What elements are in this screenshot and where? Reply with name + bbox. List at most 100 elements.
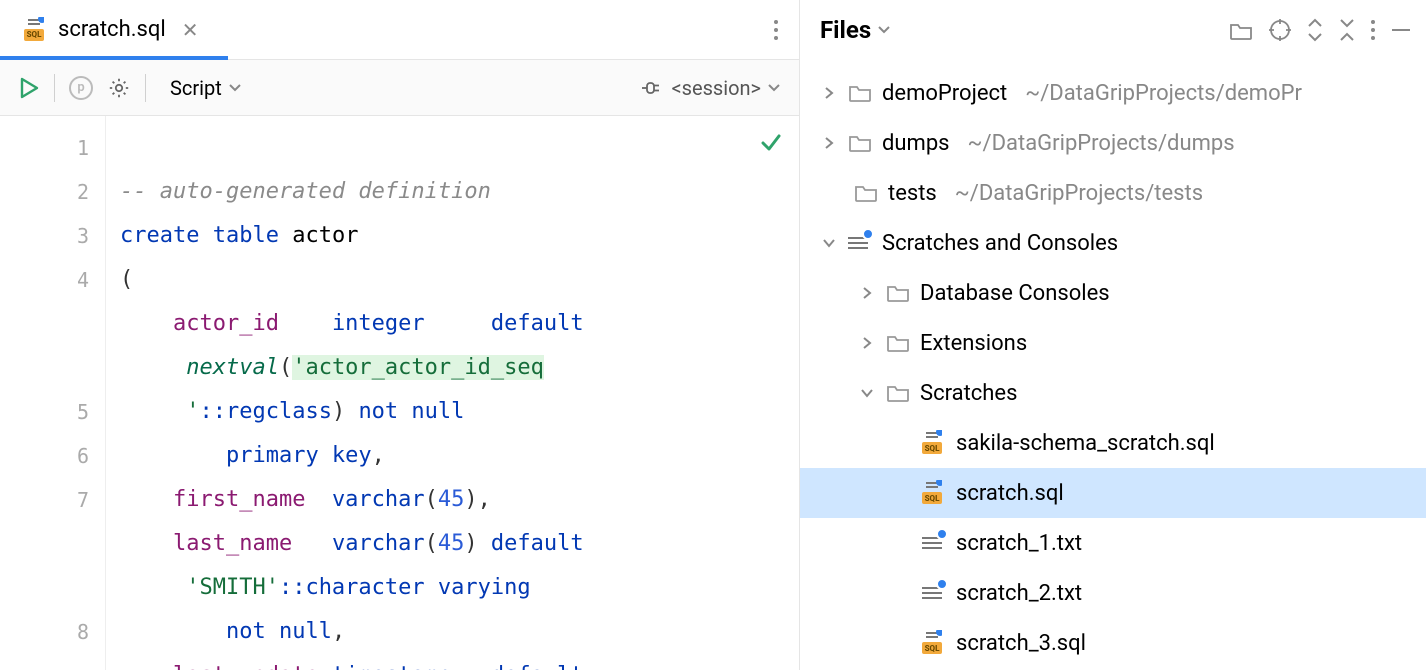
files-title-dropdown[interactable]: Files xyxy=(820,16,891,44)
tree-node-label: Database Consoles xyxy=(920,281,1110,306)
tab-overflow-menu[interactable] xyxy=(753,19,799,41)
tree-node-label: Scratches and Consoles xyxy=(882,231,1118,256)
tree-node-file[interactable]: scratch_1.txt xyxy=(800,518,1426,568)
tree-node-label: Scratches xyxy=(920,381,1017,406)
chevron-down-icon xyxy=(877,25,891,35)
more-options-icon[interactable] xyxy=(1370,19,1376,41)
code-token: ) xyxy=(464,531,477,556)
code-token: 'actor_actor_id_seq xyxy=(292,355,544,380)
code-token: ) xyxy=(464,487,477,512)
editor-toolbar: p Script <ses xyxy=(0,60,799,116)
files-title: Files xyxy=(820,16,871,44)
tree-node-path: ~/DataGripProjects/dumps xyxy=(968,131,1235,156)
editor-gutter: 1 2 3 4 5 6 7 8 xyxy=(0,116,106,670)
gear-icon[interactable] xyxy=(107,76,131,100)
p-icon[interactable]: p xyxy=(69,76,93,100)
analysis-ok-icon[interactable] xyxy=(759,130,783,154)
session-label: <session> xyxy=(671,76,761,100)
gutter-line: 8 xyxy=(0,610,105,654)
tree-node-label: demoProject xyxy=(882,81,1007,106)
chevron-right-icon[interactable] xyxy=(820,136,838,150)
tree-node-scratches-root[interactable]: Scratches and Consoles xyxy=(800,218,1426,268)
code-token: actor xyxy=(292,223,358,248)
tree-node-label: scratch_3.sql xyxy=(956,631,1086,656)
tree-node-label: scratch_1.txt xyxy=(956,531,1082,556)
run-icon[interactable] xyxy=(18,76,40,100)
folder-icon xyxy=(886,283,910,303)
code-token: nextval xyxy=(186,355,279,380)
code-token: ::regclass xyxy=(199,399,331,424)
session-dropdown[interactable]: <session> xyxy=(639,76,781,100)
script-target-dropdown[interactable]: Script xyxy=(160,72,252,104)
code-token: -- auto-generated definition xyxy=(120,179,491,204)
sql-file-icon: SQL xyxy=(922,482,946,504)
chevron-right-icon[interactable] xyxy=(858,336,876,350)
script-label: Script xyxy=(170,76,222,100)
tree-node-file[interactable]: SQL scratch.sql xyxy=(800,468,1426,518)
gutter-line xyxy=(0,566,105,610)
files-tree: demoProject ~/DataGripProjects/demoPr du… xyxy=(800,60,1426,668)
tree-node-label: dumps xyxy=(882,131,950,156)
target-icon[interactable] xyxy=(1268,18,1292,42)
editor-tab-scratch[interactable]: SQL scratch.sql ✕ xyxy=(0,0,228,59)
tree-node-folder[interactable]: Scratches xyxy=(800,368,1426,418)
code-token: ( xyxy=(425,531,438,556)
gutter-line: 4 xyxy=(0,258,105,302)
folder-icon xyxy=(886,383,910,403)
code-token: , xyxy=(332,619,345,644)
tree-node-file[interactable]: scratch_2.txt xyxy=(800,568,1426,618)
code-token: integer xyxy=(332,311,425,336)
code-token: 45 xyxy=(438,487,465,512)
code-token: 'SMITH' xyxy=(186,575,279,600)
tree-node-project[interactable]: dumps ~/DataGripProjects/dumps xyxy=(800,118,1426,168)
close-icon[interactable]: ✕ xyxy=(176,16,205,44)
folder-icon xyxy=(848,133,872,153)
tree-node-path: ~/DataGripProjects/tests xyxy=(955,181,1203,206)
code-token: default xyxy=(491,311,584,336)
editor-content[interactable]: -- auto-generated definition create tabl… xyxy=(106,116,799,670)
minimize-icon[interactable] xyxy=(1390,27,1412,33)
gutter-line: 7 xyxy=(0,478,105,522)
code-token: default xyxy=(491,663,584,670)
toolbar-separator xyxy=(145,74,146,102)
editor-tab-bar: SQL scratch.sql ✕ xyxy=(0,0,799,60)
gutter-line: 5 xyxy=(0,390,105,434)
tree-node-label: scratch_2.txt xyxy=(956,581,1082,606)
code-token: primary key xyxy=(226,443,372,468)
chevron-down-icon[interactable] xyxy=(820,237,838,249)
code-token: ::character varying xyxy=(279,575,531,600)
chevron-down-icon xyxy=(228,83,242,93)
tree-node-file[interactable]: SQL scratch_3.sql xyxy=(800,618,1426,668)
chevron-right-icon[interactable] xyxy=(820,86,838,100)
folder-icon xyxy=(848,83,872,103)
chevron-down-icon[interactable] xyxy=(858,387,876,399)
tree-node-project[interactable]: tests ~/DataGripProjects/tests xyxy=(800,168,1426,218)
tree-node-label: Extensions xyxy=(920,331,1027,356)
plug-icon xyxy=(639,78,665,98)
code-token: create xyxy=(120,223,199,248)
tree-node-label: sakila-schema_scratch.sql xyxy=(956,431,1215,456)
code-token: default xyxy=(491,531,584,556)
tree-node-path: ~/DataGripProjects/demoPr xyxy=(1025,81,1302,106)
code-editor[interactable]: 1 2 3 4 5 6 7 8 -- auto-generated defini… xyxy=(0,116,799,670)
tree-node-folder[interactable]: Database Consoles xyxy=(800,268,1426,318)
text-file-icon xyxy=(922,582,946,604)
chevron-right-icon[interactable] xyxy=(858,286,876,300)
gutter-line xyxy=(0,522,105,566)
code-token: varchar xyxy=(332,487,425,512)
new-directory-icon[interactable] xyxy=(1228,19,1254,41)
tree-node-project[interactable]: demoProject ~/DataGripProjects/demoPr xyxy=(800,68,1426,118)
tree-node-folder[interactable]: Extensions xyxy=(800,318,1426,368)
toolbar-separator xyxy=(54,74,55,102)
code-token: table xyxy=(213,223,279,248)
gutter-line xyxy=(0,302,105,346)
code-token: , xyxy=(478,487,491,512)
gutter-line: 2 xyxy=(0,170,105,214)
collapse-all-icon[interactable] xyxy=(1338,17,1356,43)
code-token: actor_id xyxy=(173,311,279,336)
folder-icon xyxy=(886,333,910,353)
tree-node-file[interactable]: SQL sakila-schema_scratch.sql xyxy=(800,418,1426,468)
code-token: timestamp xyxy=(332,663,451,670)
code-token: ( xyxy=(425,487,438,512)
expand-collapse-icon[interactable] xyxy=(1306,17,1324,43)
